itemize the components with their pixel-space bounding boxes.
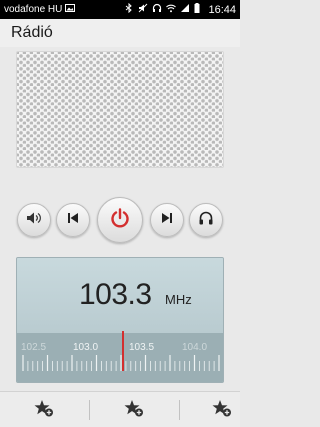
favorite-slot-2[interactable] [104, 392, 164, 427]
power-button[interactable] [97, 197, 143, 243]
image-icon [65, 3, 76, 16]
playback-controls [0, 170, 240, 246]
signal-icon [180, 3, 190, 16]
skip-next-icon [161, 211, 173, 229]
divider [179, 400, 180, 420]
favorite-slot-1[interactable] [14, 392, 74, 427]
carrier-name: vodafone HU [4, 4, 63, 15]
headset-icon [152, 3, 162, 16]
headset-button[interactable] [189, 203, 223, 237]
volume-button[interactable] [17, 203, 51, 237]
add-favorite-icon [124, 399, 144, 422]
page-title: Rádió [11, 24, 53, 41]
tuning-needle[interactable] [122, 331, 124, 371]
scale-ticks [22, 355, 220, 371]
divider [89, 400, 90, 420]
next-station-button[interactable] [150, 203, 184, 237]
headset-icon [198, 210, 214, 231]
frequency-scale[interactable]: 102.5 103.0 103.5 104.0 [17, 331, 223, 382]
previous-station-button[interactable] [56, 203, 90, 237]
add-favorite-icon [212, 399, 232, 422]
favorite-slot-3[interactable] [192, 392, 252, 427]
app-bar: Rádió [0, 19, 240, 47]
volume-icon [26, 211, 42, 230]
status-bar: vodafone HU 16:44 [0, 0, 240, 19]
speaker-grille-pattern [17, 52, 223, 167]
frequency-display: 103.3 MHz [17, 258, 223, 333]
tuner-panel: 103.3 MHz 102.5 103.0 103.5 104.0 [16, 257, 224, 383]
frequency-value: 103.3 [79, 278, 152, 311]
frequency-unit: MHz [165, 292, 192, 307]
mute-icon [138, 3, 148, 16]
favorites-bar [0, 391, 240, 427]
power-icon [109, 207, 131, 234]
add-favorite-icon [34, 399, 54, 422]
battery-icon [194, 3, 200, 16]
speaker-grille [16, 51, 224, 168]
bluetooth-icon [124, 3, 134, 16]
clock: 16:44 [208, 3, 236, 16]
wifi-icon [166, 3, 177, 16]
skip-previous-icon [67, 211, 79, 229]
